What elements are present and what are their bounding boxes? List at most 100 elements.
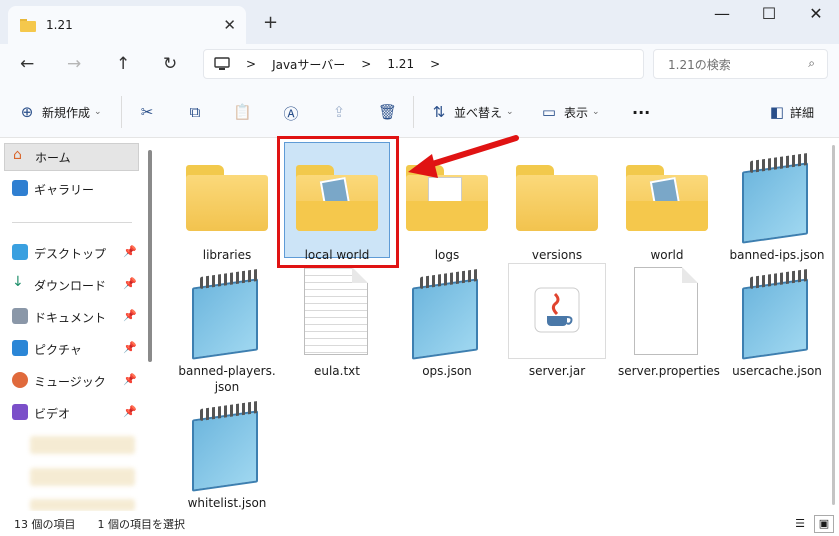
sidebar-divider — [12, 222, 132, 223]
file-list: libraries local world logs versions worl… — [160, 139, 839, 511]
file-explorer-window: 1.21 ✕ + — ☐ ✕ ← → ↑ ↻ > Javaサーバー > 1.21… — [0, 0, 839, 536]
folder-icon — [186, 165, 268, 231]
search-box[interactable]: 1.21の検索 ⌕ — [653, 49, 828, 79]
sidebar-item-videos[interactable]: ビデオ 📌 — [4, 399, 139, 427]
share-button[interactable]: ⇪ — [330, 103, 348, 121]
file-item-banned-ips[interactable]: banned-ips.json — [728, 147, 826, 265]
file-name: whitelist.json — [187, 496, 267, 510]
file-item-usercache[interactable]: usercache.json — [728, 263, 826, 381]
details-view-button[interactable]: ☰ — [790, 515, 810, 533]
search-icon: ⌕ — [808, 56, 815, 70]
tab-close-button[interactable]: ✕ — [223, 16, 236, 34]
sort-label: 並べ替え — [454, 105, 503, 120]
file-item-eula[interactable]: eula.txt — [288, 263, 386, 381]
notepad-file-icon — [188, 400, 268, 492]
pin-icon: 📌 — [123, 309, 137, 322]
rename-button[interactable]: Ⓐ — [282, 103, 300, 124]
sidebar-item-pictures[interactable]: ピクチャ 📌 — [4, 335, 139, 363]
cut-button[interactable]: ✂ — [138, 103, 156, 121]
cut-icon: ✂ — [140, 103, 154, 121]
file-item-server-jar[interactable]: server.jar — [508, 263, 606, 381]
new-tab-button[interactable]: + — [263, 12, 278, 33]
file-item-ops[interactable]: ops.json — [398, 263, 496, 381]
forward-button[interactable]: → — [67, 54, 81, 74]
delete-button[interactable]: 🗑 — [378, 103, 398, 121]
notepad-file-icon — [738, 152, 818, 244]
breadcrumb-item-1-21[interactable]: 1.21 — [387, 57, 414, 71]
gallery-icon — [12, 180, 28, 196]
details-pane-icon: ◧ — [769, 103, 785, 121]
chevron-down-icon: ⌄ — [592, 107, 600, 117]
toolbar-divider — [121, 96, 122, 128]
details-label: 詳細 — [790, 105, 815, 120]
refresh-button[interactable]: ↻ — [163, 54, 177, 74]
text-file-icon — [304, 267, 368, 355]
large-icons-view-button[interactable]: ▣ — [814, 515, 834, 533]
maximize-button[interactable]: ☐ — [746, 4, 792, 30]
delete-icon: 🗑 — [378, 103, 398, 121]
main-scrollbar[interactable] — [832, 145, 835, 505]
file-item-whitelist[interactable]: whitelist.json — [178, 395, 276, 513]
back-button[interactable]: ← — [20, 54, 34, 74]
sidebar-item-label: ホーム — [35, 150, 71, 165]
window-close-button[interactable]: ✕ — [793, 4, 839, 30]
sidebar-item-label: ギャラリー — [34, 182, 95, 197]
view-button[interactable]: ▭ 表示 ⌄ — [540, 103, 600, 121]
breadcrumb[interactable]: > Javaサーバー > 1.21 > — [203, 49, 644, 79]
details-button[interactable]: ◧ 詳細 — [768, 103, 814, 121]
new-icon: ⊕ — [20, 103, 34, 121]
search-input[interactable]: 1.21の検索 — [668, 56, 731, 73]
view-icon: ▭ — [541, 103, 557, 121]
chevron-down-icon: ⌄ — [506, 107, 514, 117]
sidebar-item-home[interactable]: ⌂ ホーム — [4, 143, 139, 171]
file-name: banned-players.json — [178, 364, 276, 394]
music-icon — [12, 372, 28, 388]
view-label: 表示 — [564, 105, 589, 120]
notepad-file-icon — [408, 268, 488, 360]
paste-button[interactable]: 📋 — [233, 103, 252, 121]
this-pc-icon — [214, 57, 230, 70]
share-icon: ⇪ — [332, 103, 346, 121]
folder-icon — [20, 19, 36, 32]
sidebar-item-music[interactable]: ミュージック 📌 — [4, 367, 139, 395]
copy-button[interactable]: ⧉ — [186, 103, 204, 121]
minimize-button[interactable]: — — [699, 4, 745, 30]
sidebar-item-label: ビデオ — [34, 406, 71, 421]
pin-icon: 📌 — [123, 373, 137, 386]
file-name: server.properties — [618, 364, 720, 378]
download-icon: ↓ — [12, 274, 24, 290]
copy-icon: ⧉ — [189, 103, 201, 121]
sidebar-item-documents[interactable]: ドキュメント 📌 — [4, 303, 139, 331]
tab-1-21[interactable]: 1.21 ✕ — [8, 6, 246, 44]
file-item-banned-players[interactable]: banned-players.json — [178, 263, 276, 394]
file-name: libraries — [202, 248, 252, 262]
sidebar-scrollbar[interactable] — [148, 150, 152, 362]
red-arrow-icon — [408, 135, 519, 178]
file-name: eula.txt — [313, 364, 360, 378]
sidebar-item-label: デスクトップ — [34, 246, 107, 261]
file-item-libraries[interactable]: libraries — [178, 147, 276, 265]
file-item-world[interactable]: world — [618, 147, 716, 265]
sidebar-item-label: ミュージック — [34, 374, 106, 389]
documents-icon — [12, 308, 28, 324]
sidebar-item-gallery[interactable]: ギャラリー — [4, 175, 139, 203]
status-bar: 13 個の項目 1 個の項目を選択 — [0, 511, 839, 536]
sort-button[interactable]: ⇅ 並べ替え ⌄ — [430, 103, 514, 121]
up-button[interactable]: ↑ — [116, 54, 130, 74]
sidebar-item-desktop[interactable]: デスクトップ 📌 — [4, 239, 139, 267]
breadcrumb-separator[interactable]: > — [430, 57, 440, 71]
sidebar-item-downloads[interactable]: ↓ ダウンロード 📌 — [4, 271, 139, 299]
breadcrumb-item-java-server[interactable]: Javaサーバー — [272, 56, 345, 73]
more-options-button[interactable]: ··· — [632, 103, 650, 122]
new-button[interactable]: ⊕ 新規作成 ⌄ — [18, 103, 102, 121]
notepad-file-icon — [188, 268, 268, 360]
sidebar-item-label: ダウンロード — [34, 278, 107, 293]
java-cup-icon — [534, 287, 580, 333]
blurred-sidebar-item — [30, 468, 135, 486]
pin-icon: 📌 — [123, 405, 137, 418]
sort-icon: ⇅ — [432, 103, 446, 121]
file-item-server-properties[interactable]: server.properties — [618, 263, 720, 381]
highlight-box — [277, 136, 399, 268]
pin-icon: 📌 — [123, 245, 137, 258]
pin-icon: 📌 — [123, 341, 137, 354]
